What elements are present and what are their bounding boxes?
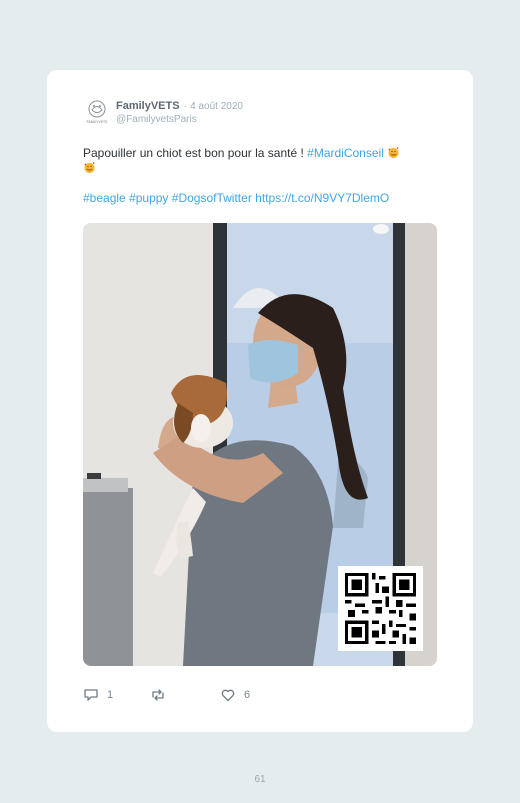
hashtag-mardiconseil[interactable]: #MardiConseil — [307, 146, 384, 160]
reply-icon — [84, 689, 98, 701]
retweet-icon — [152, 689, 164, 701]
smiling-face-with-hearts-icon — [388, 147, 399, 159]
author-name[interactable]: FamilyVETS — [116, 100, 180, 112]
reply-count: 1 — [107, 689, 114, 701]
smiling-face-with-hearts-icon — [84, 162, 95, 174]
page-number: 61 — [254, 774, 266, 785]
hashtag-puppy[interactable]: #puppy — [129, 191, 168, 205]
tweet-media[interactable] — [83, 223, 437, 666]
author-handle[interactable]: @FamilyvetsParis — [116, 114, 197, 125]
svg-text:FAMILYVETS: FAMILYVETS — [87, 120, 108, 124]
tweet-date[interactable]: · 4 août 2020 — [184, 101, 243, 112]
qr-code-icon — [338, 566, 423, 651]
familyvets-logo-icon: FAMILYVETS — [87, 100, 108, 124]
like-action[interactable]: 6 — [220, 687, 250, 703]
hashtag-beagle[interactable]: #beagle — [83, 191, 126, 205]
tweet-text: Papouiller un chiot est bon pour la sant… — [83, 146, 439, 176]
hashtag-dogsoftwitter[interactable]: #DogsofTwitter — [172, 191, 252, 205]
like-count: 6 — [244, 689, 251, 701]
qr-code[interactable] — [338, 566, 423, 651]
tweet-link[interactable]: https://t.co/N9VY7DlemO — [255, 191, 389, 205]
author-avatar[interactable]: FAMILYVETS — [82, 97, 112, 127]
heart-icon — [221, 689, 235, 702]
tweet-hashtags-line: #beagle #puppy #DogsofTwitter https://t.… — [83, 191, 389, 205]
tweet-text-main: Papouiller un chiot est bon pour la sant… — [83, 146, 308, 160]
retweet-action[interactable] — [150, 687, 174, 703]
reply-action[interactable]: 1 — [83, 687, 113, 703]
tweet-actions: 1 6 — [83, 687, 283, 703]
